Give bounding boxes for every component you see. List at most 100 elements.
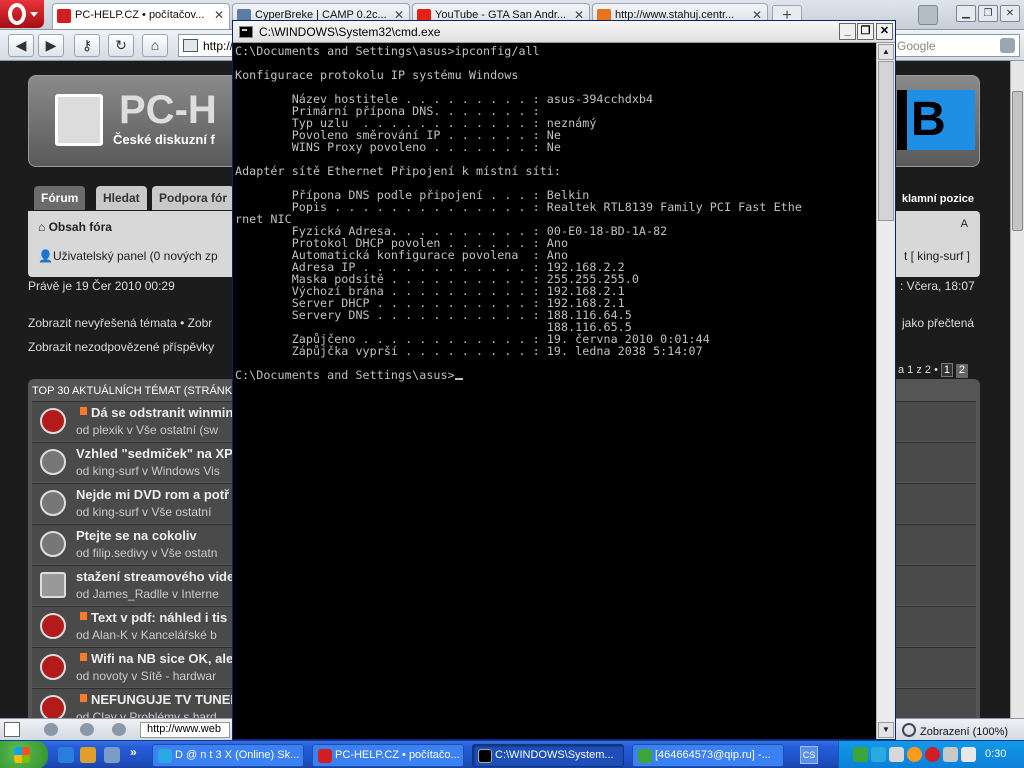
opera-tray-icon[interactable] [925, 747, 940, 762]
cmd-close-button[interactable]: ✕ [876, 23, 893, 40]
language-indicator[interactable]: CS [800, 746, 818, 764]
page-scrollbar[interactable] [1010, 61, 1024, 718]
unite-icon[interactable] [112, 723, 126, 736]
skype-tray-icon[interactable] [871, 747, 886, 762]
status-url: http://www.web [140, 722, 230, 738]
qip-icon [638, 749, 652, 763]
font-size-icon: A [960, 218, 968, 230]
safely-remove-icon[interactable] [889, 747, 904, 762]
tab-forum[interactable]: Fórum [34, 186, 86, 210]
show-desktop-icon[interactable] [104, 747, 120, 763]
user-icon: 👤 [38, 249, 53, 263]
topic-title-link[interactable]: Text v pdf: náhled i tis [91, 610, 227, 625]
taskbar-button-label: [464664573@qip.ru] -... [655, 749, 771, 761]
taskbar-button-label: PC-HELP.CZ • počítačo... [335, 749, 460, 761]
mark-read-link[interactable]: jako přečtená [902, 316, 974, 330]
cmd-icon [478, 749, 492, 763]
console-output-area[interactable]: C:\Documents and Settings\asus>ipconfig/… [233, 43, 876, 739]
new-post-icon[interactable] [80, 694, 87, 702]
reload-button[interactable]: ↻ [108, 34, 134, 57]
cmd-minimize-button[interactable]: _ [839, 23, 856, 40]
topics-list-title: TOP 30 AKTUÁLNÍCH TÉMAT (STRÁNKA [32, 385, 240, 397]
taskbar-button-opera[interactable]: PC-HELP.CZ • počítačo... [312, 744, 464, 767]
page-1-link[interactable]: 1 [940, 363, 953, 377]
new-post-icon[interactable] [80, 407, 87, 415]
key-icon[interactable]: ⚷ [74, 34, 100, 57]
system-tray: 0:30 [838, 741, 1024, 768]
panel-toggle-icon[interactable] [4, 722, 20, 737]
opera-menu-button[interactable] [0, 0, 44, 28]
taskbar-button-label: C:\WINDOWS\System... [495, 749, 614, 761]
user-panel-link[interactable]: 👤Uživatelský panel (0 nových zp [38, 249, 218, 263]
home-button[interactable]: ⌂ [142, 34, 168, 57]
back-button[interactable]: ◀ [8, 34, 34, 57]
cmd-scrollbar[interactable]: ▲ ▼ [876, 43, 895, 739]
unsolved-topics-link[interactable]: Zobrazit nevyřešená témata • Zobr [28, 316, 212, 330]
search-icon[interactable] [1000, 38, 1015, 53]
clock[interactable]: 0:30 [985, 748, 1006, 760]
topic-title-link[interactable]: stažení streamového vide [76, 569, 234, 584]
taskbar-button-qip[interactable]: [464664573@qip.ru] -... [632, 744, 784, 767]
cmd-window[interactable]: C:\WINDOWS\System32\cmd.exe _ ❐ ✕ C:\Doc… [232, 20, 896, 740]
console-line: Konfigurace protokolu IP systému Windows [235, 68, 519, 82]
turbo-icon[interactable] [80, 723, 94, 736]
topic-meta: od plexik v Vše ostatní (sw [76, 423, 219, 437]
cmd-titlebar[interactable]: C:\WINDOWS\System32\cmd.exe _ ❐ ✕ [233, 21, 895, 43]
tab-search[interactable]: Hledat [96, 186, 147, 210]
font-size-toggle[interactable]: A [961, 218, 968, 230]
volume-icon[interactable] [961, 747, 976, 762]
topic-title-link[interactable]: Nejde mi DVD rom a potř [76, 487, 229, 502]
logout-user-link[interactable]: t [ king-surf ] [904, 249, 970, 263]
forum-index-link[interactable]: ⌂ Obsah fóra [38, 220, 112, 234]
scroll-up-arrow-icon[interactable]: ▲ [878, 44, 894, 60]
restore-button[interactable]: ❐ [978, 5, 998, 22]
computer-logo-icon [55, 94, 103, 146]
network-icon[interactable] [943, 747, 958, 762]
close-window-button[interactable]: ✕ [1000, 5, 1020, 22]
topic-meta: od Clay v Problémy s hard [76, 710, 217, 718]
forward-button[interactable]: ▶ [38, 34, 64, 57]
internet-explorer-icon[interactable] [58, 747, 74, 763]
address-bar[interactable]: http:// [178, 34, 238, 57]
minimize-button[interactable]: ▁ [956, 5, 976, 22]
new-post-icon[interactable] [80, 612, 87, 620]
trash-can-icon[interactable] [918, 5, 938, 25]
opera-logo-icon [8, 3, 26, 25]
page-2-link[interactable]: 2 [955, 364, 968, 378]
qip-tray-icon[interactable] [853, 747, 868, 762]
windows-taskbar: » D @ n t 3 X (Online) Sk... PC-HELP.CZ … [0, 740, 1024, 768]
browser-tab-pc-help[interactable]: PC-HELP.CZ • počítačov... ✕ [52, 3, 230, 29]
console-line: C:\Documents and Settings\asus>ipconfig/… [235, 44, 540, 58]
topic-title-link[interactable]: Ptejte se na cokoliv [76, 528, 197, 543]
cmd-scrollbar-thumb[interactable] [878, 61, 894, 221]
tab-support[interactable]: Podpora fór [152, 186, 234, 210]
search-input[interactable]: Google [880, 34, 1020, 57]
new-post-icon[interactable] [80, 653, 87, 661]
taskbar-button-skype[interactable]: D @ n t 3 X (Online) Sk... [152, 744, 304, 767]
media-player-icon[interactable] [80, 747, 96, 763]
topic-title-link[interactable]: Wifi na NB sice OK, ale [91, 651, 233, 666]
quick-launch-chevron-icon[interactable]: » [130, 745, 137, 759]
unanswered-posts-link[interactable]: Zobrazit nezodpovězené příspěvky [28, 340, 214, 354]
topic-title-link[interactable]: NEFUNGUJE TV TUNER [91, 692, 240, 707]
zoom-level[interactable]: Zobrazení (100%) [902, 723, 1008, 738]
topic-meta: od Alan-K v Kancelářské b [76, 628, 217, 642]
sync-icon[interactable] [44, 723, 58, 736]
topic-title-link[interactable]: Vzhled "sedmiček" na XP [76, 446, 233, 461]
cmd-app-icon[interactable] [239, 26, 253, 38]
scroll-down-arrow-icon[interactable]: ▼ [878, 722, 894, 738]
firefox-tray-icon[interactable] [907, 747, 922, 762]
user-panel-label: Uživatelský panel (0 nových zp [52, 249, 218, 263]
scrollbar-thumb[interactable] [1012, 91, 1023, 231]
skype-icon [158, 749, 172, 763]
console-line: Zápůjčka vyprší . . . . . . . . . : 19. … [235, 344, 703, 358]
topic-title-link[interactable]: Dá se odstranit winmin [91, 405, 233, 420]
taskbar-button-cmd[interactable]: C:\WINDOWS\System... [472, 744, 624, 767]
site-badge: B [897, 90, 975, 150]
floppy-disk-icon [40, 572, 66, 598]
ad-position-link[interactable]: klamní pozice [902, 193, 974, 205]
close-tab-icon[interactable]: ✕ [214, 8, 224, 22]
cmd-maximize-button[interactable]: ❐ [857, 23, 874, 40]
start-button[interactable] [0, 741, 48, 768]
topic-meta: od king-surf v Vše ostatní [76, 505, 212, 519]
